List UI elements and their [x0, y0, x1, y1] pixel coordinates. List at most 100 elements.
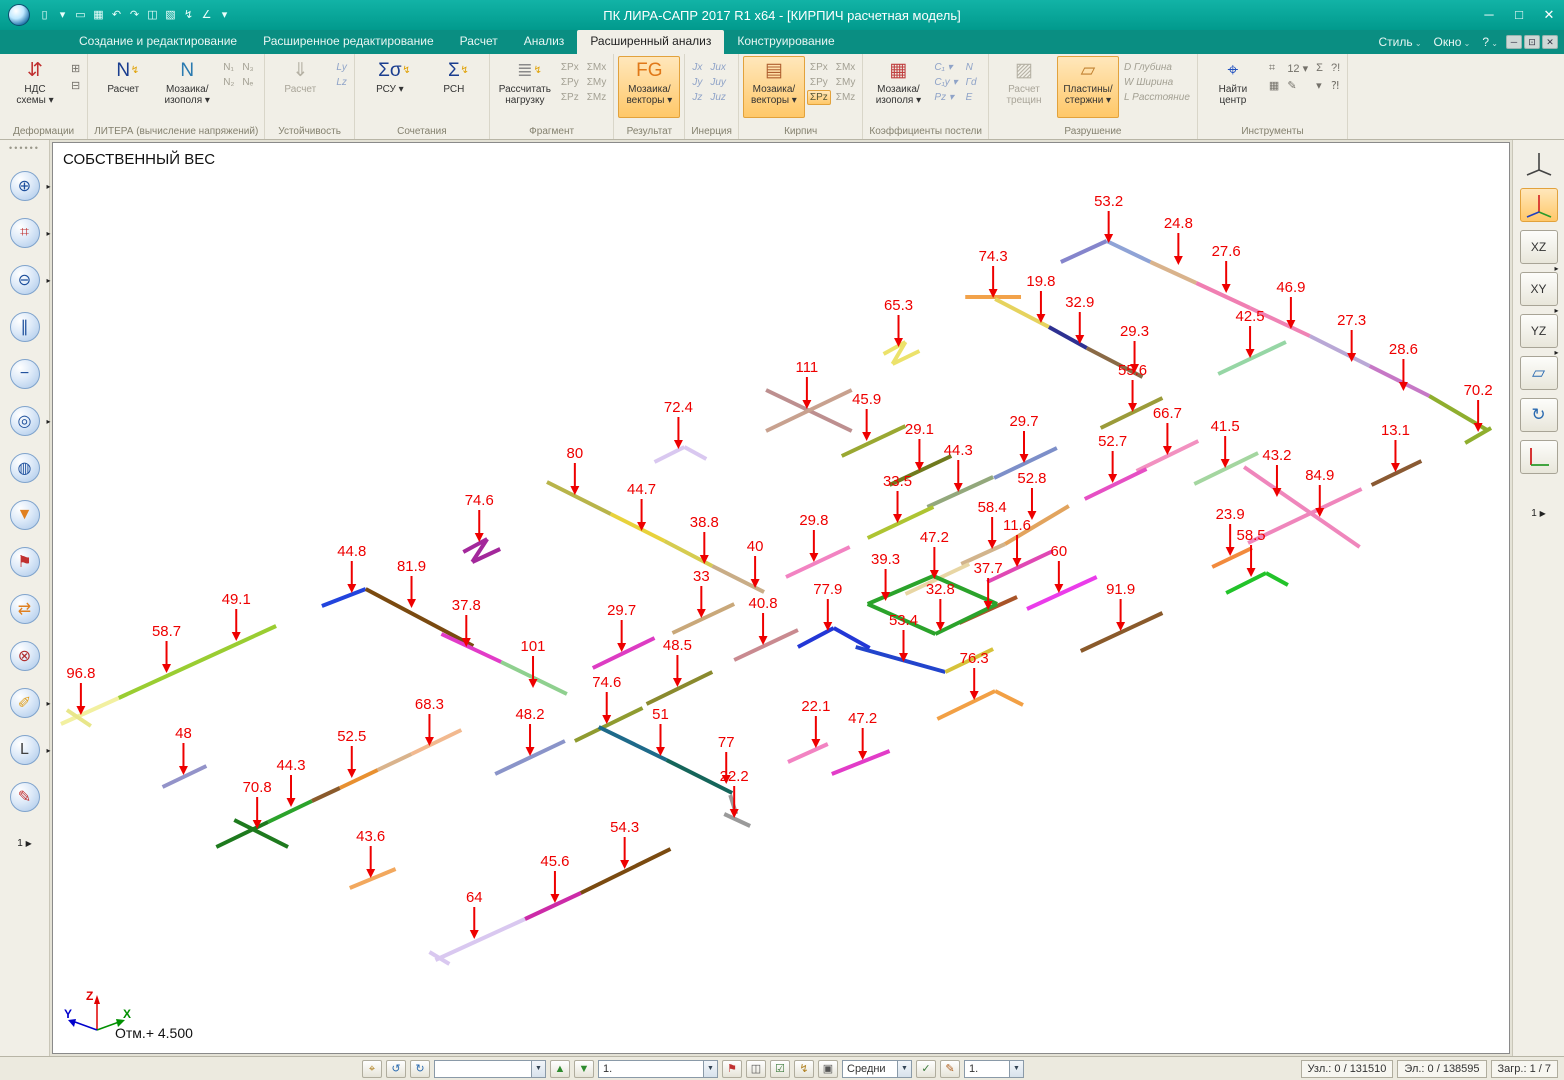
- flyout-arrow-icon[interactable]: ▸: [46, 746, 50, 755]
- apply-icon[interactable]: ✓: [916, 1060, 936, 1078]
- new-dropdown[interactable]: ▾: [54, 5, 71, 25]
- zoom-in-icon[interactable]: ⊕▸: [8, 171, 42, 201]
- beam-segment[interactable]: [647, 672, 713, 704]
- flag-icon[interactable]: ⚑: [8, 547, 42, 577]
- ribbon-mini-item[interactable]: Juу: [707, 75, 729, 90]
- ribbon-mini-item[interactable]: ⊞: [68, 60, 83, 77]
- rsu-button[interactable]: Σσ↯РСУ ▾: [359, 56, 421, 118]
- ribbon-mini-item[interactable]: L Расстояние: [1121, 90, 1193, 105]
- beam-segment[interactable]: [1061, 241, 1107, 262]
- flyout-arrow-icon[interactable]: ▸: [46, 229, 50, 238]
- model-structure-icon[interactable]: ⌗▸: [8, 218, 42, 248]
- projection-axes-button[interactable]: [1520, 440, 1558, 474]
- menu-tab[interactable]: Расширенный анализ: [577, 30, 724, 54]
- calc-load-button[interactable]: ≣↯Рассчитать нагрузку: [494, 56, 556, 118]
- find-center-button[interactable]: ⌖Найти центр: [1202, 56, 1264, 118]
- menu-item[interactable]: Стиль ⌄: [1378, 35, 1421, 49]
- ribbon-mini-item[interactable]: ΣРу: [558, 75, 582, 90]
- ribbon-mini-item[interactable]: ΣМу: [833, 75, 859, 90]
- beam-segment[interactable]: [575, 708, 643, 741]
- beam-segment[interactable]: [655, 447, 685, 462]
- menu-tab[interactable]: Расширенное редактирование: [250, 30, 447, 54]
- menu-tab[interactable]: Создание и редактирование: [66, 30, 250, 54]
- block-button[interactable]: ◫: [144, 5, 161, 25]
- beam-segment[interactable]: [788, 744, 828, 762]
- ribbon-mini-item[interactable]: 12 ▾: [1284, 60, 1311, 77]
- doc-minimize-button[interactable]: ─: [1506, 35, 1522, 49]
- beam-segment[interactable]: [834, 628, 870, 648]
- ribbon-mini-item[interactable]: Jх: [689, 60, 705, 75]
- model-view[interactable]: 53.224.827.646.974.319.832.942.527.365.3…: [53, 143, 1509, 1053]
- center-target-icon[interactable]: ◎▸: [8, 406, 42, 436]
- redo-button[interactable]: ↷: [126, 5, 143, 25]
- flyout-arrow-icon[interactable]: ▸: [46, 182, 50, 191]
- selection-combo[interactable]: ▼: [434, 1060, 546, 1078]
- average-combo[interactable]: Средни▼: [842, 1060, 912, 1078]
- beam-segment[interactable]: [937, 691, 995, 719]
- length-icon[interactable]: L▸: [8, 735, 42, 765]
- ribbon-mini-item[interactable]: ?!: [1328, 60, 1343, 77]
- cracks-calc-button[interactable]: ▨Расчет трещин: [993, 56, 1055, 118]
- beam-segment[interactable]: [593, 638, 655, 668]
- doc-close-button[interactable]: ✕: [1542, 35, 1558, 49]
- ribbon-mini-item[interactable]: N: [963, 60, 980, 75]
- ribbon-mini-item[interactable]: ▾: [1313, 77, 1326, 94]
- beam-segment[interactable]: [599, 727, 667, 760]
- palette-button[interactable]: ▧: [162, 5, 179, 25]
- menu-item[interactable]: Окно ⌄: [1434, 35, 1471, 49]
- ribbon-mini-item[interactable]: ⌗: [1266, 60, 1282, 77]
- zoom-out-icon[interactable]: ⊖▸: [8, 265, 42, 295]
- menu-tab[interactable]: Конструирование: [724, 30, 847, 54]
- ribbon-mini-item[interactable]: ⁈: [1328, 77, 1343, 94]
- isometric-view-button[interactable]: ▱: [1520, 356, 1558, 390]
- check-icon[interactable]: ☑: [770, 1060, 790, 1078]
- doc-restore-button[interactable]: ⊡: [1524, 35, 1540, 49]
- beam-segment[interactable]: [441, 634, 501, 662]
- ribbon-mini-item[interactable]: Гd: [963, 75, 980, 90]
- sphere-view-icon[interactable]: ◍: [8, 453, 42, 483]
- rotate-right-icon[interactable]: ↻: [410, 1060, 430, 1078]
- beam-segment[interactable]: [786, 547, 850, 577]
- beam-segment[interactable]: [1218, 342, 1286, 374]
- beam-segment[interactable]: [995, 691, 1023, 705]
- ribbon-mini-item[interactable]: C₁ ▾: [931, 60, 960, 75]
- pan-icon[interactable]: ⌖: [362, 1060, 382, 1078]
- ribbon-mini-item[interactable]: N₃: [239, 60, 256, 75]
- menu-tab[interactable]: Расчет: [447, 30, 511, 54]
- up-icon[interactable]: ▲: [550, 1060, 570, 1078]
- beam-segment[interactable]: [1107, 241, 1151, 262]
- draw-icon[interactable]: ✎: [940, 1060, 960, 1078]
- view-xy-button[interactable]: XY▸: [1520, 272, 1558, 306]
- down-icon[interactable]: ▼: [574, 1060, 594, 1078]
- ribbon-mini-item[interactable]: Jz: [689, 90, 705, 105]
- chevron-down-icon[interactable]: ▼: [897, 1061, 911, 1077]
- coordinate-axes-icon[interactable]: [1520, 146, 1558, 180]
- save-button[interactable]: ▦: [90, 5, 107, 25]
- split-view-icon[interactable]: ∥: [8, 312, 42, 342]
- ribbon-mini-item[interactable]: D Глубина: [1121, 60, 1193, 75]
- box-icon[interactable]: ▣: [818, 1060, 838, 1078]
- beam-segment[interactable]: [119, 626, 276, 698]
- maximize-button[interactable]: □: [1504, 2, 1534, 28]
- chevron-down-icon[interactable]: ▼: [531, 1061, 545, 1077]
- beam-segment[interactable]: [798, 628, 834, 647]
- ribbon-mini-item[interactable]: Juх: [707, 60, 729, 75]
- ribbon-mini-item[interactable]: N₁: [220, 60, 237, 75]
- ribbon-mini-item[interactable]: C₁у ▾: [931, 75, 960, 90]
- number-combo[interactable]: 1.▼: [964, 1060, 1024, 1078]
- undo-button[interactable]: ↶: [108, 5, 125, 25]
- minimize-button[interactable]: ─: [1474, 2, 1504, 28]
- beam-segment[interactable]: [1370, 366, 1430, 396]
- next-page-icon[interactable]: ▶: [26, 839, 32, 848]
- flyout-arrow-icon[interactable]: ▸: [46, 699, 50, 708]
- chevron-down-icon[interactable]: ▼: [1009, 1061, 1023, 1077]
- nds-schemes-button[interactable]: ⇵НДС схемы ▾: [4, 56, 66, 118]
- beam-segment[interactable]: [1027, 577, 1097, 609]
- loadcase-combo[interactable]: 1.▼: [598, 1060, 718, 1078]
- beam-segment[interactable]: [1150, 262, 1196, 283]
- rotate-model-button[interactable]: ↻: [1520, 398, 1558, 432]
- lightning-icon[interactable]: ↯: [794, 1060, 814, 1078]
- panels-icon[interactable]: ◫: [746, 1060, 766, 1078]
- flip-icon[interactable]: ⇄: [8, 594, 42, 624]
- flag-icon[interactable]: ⚑: [722, 1060, 742, 1078]
